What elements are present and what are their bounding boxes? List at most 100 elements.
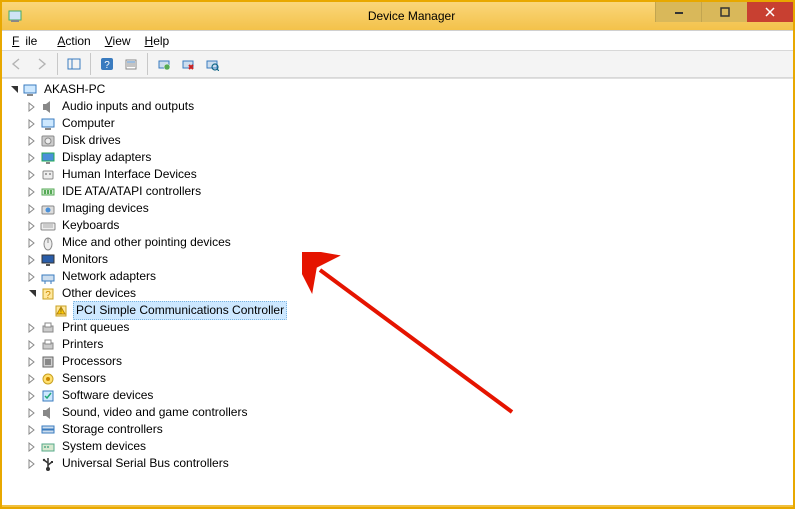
storage-icon xyxy=(40,422,56,438)
tree-category[interactable]: Mice and other pointing devices xyxy=(5,234,793,251)
properties-button[interactable] xyxy=(120,53,142,75)
tree-category-label: Processors xyxy=(60,353,124,370)
expand-arrow-icon[interactable] xyxy=(25,185,39,199)
tree-category[interactable]: Printers xyxy=(5,336,793,353)
tree-category-label: Sensors xyxy=(60,370,108,387)
tree-category[interactable]: Display adapters xyxy=(5,149,793,166)
tree-category[interactable]: Sound, video and game controllers xyxy=(5,404,793,421)
warning-icon: ! xyxy=(53,303,69,319)
tree-root[interactable]: AKASH-PC xyxy=(5,81,793,98)
tree-category[interactable]: Computer xyxy=(5,115,793,132)
tree-category-label: Sound, video and game controllers xyxy=(60,404,249,421)
tree-category[interactable]: Human Interface Devices xyxy=(5,166,793,183)
expand-arrow-icon[interactable] xyxy=(25,100,39,114)
tree-category[interactable]: Monitors xyxy=(5,251,793,268)
expand-arrow-icon[interactable] xyxy=(25,202,39,216)
tree-category-label: Software devices xyxy=(60,387,155,404)
display-icon xyxy=(40,150,56,166)
expand-arrow-icon[interactable] xyxy=(25,236,39,250)
collapse-arrow-icon[interactable] xyxy=(25,287,39,301)
tree-category-label: Other devices xyxy=(60,285,138,302)
menu-help[interactable]: Help xyxy=(139,32,176,50)
device-tree[interactable]: AKASH-PCAudio inputs and outputsComputer… xyxy=(2,78,793,505)
tree-category-label: Human Interface Devices xyxy=(60,166,199,183)
tree-category[interactable]: System devices xyxy=(5,438,793,455)
toolbar-separator xyxy=(90,53,91,75)
back-button[interactable] xyxy=(6,53,28,75)
tree-category[interactable]: Storage controllers xyxy=(5,421,793,438)
camera-icon xyxy=(40,201,56,217)
title-bar: Device Manager xyxy=(2,2,793,30)
network-icon xyxy=(40,269,56,285)
printer-icon xyxy=(40,337,56,353)
tree-category[interactable]: Keyboards xyxy=(5,217,793,234)
help-button[interactable]: ? xyxy=(96,53,118,75)
speaker-icon xyxy=(40,99,56,115)
expand-arrow-icon[interactable] xyxy=(25,440,39,454)
tree-category[interactable]: Universal Serial Bus controllers xyxy=(5,455,793,472)
tree-category[interactable]: IDE ATA/ATAPI controllers xyxy=(5,183,793,200)
other-icon: ? xyxy=(40,286,56,302)
tree-category-label: Print queues xyxy=(60,319,131,336)
toolbar-separator xyxy=(147,53,148,75)
expand-arrow-icon[interactable] xyxy=(25,321,39,335)
tree-category[interactable]: Software devices xyxy=(5,387,793,404)
tree-category[interactable]: Disk drives xyxy=(5,132,793,149)
sensor-icon xyxy=(40,371,56,387)
tree-category[interactable]: Imaging devices xyxy=(5,200,793,217)
tree-category-label: Printers xyxy=(60,336,105,353)
expand-arrow-icon[interactable] xyxy=(25,219,39,233)
tree-category-label: IDE ATA/ATAPI controllers xyxy=(60,183,203,200)
expand-arrow-icon[interactable] xyxy=(25,253,39,267)
minimize-button[interactable] xyxy=(655,2,701,22)
expand-arrow-icon[interactable] xyxy=(25,151,39,165)
monitor-icon xyxy=(40,252,56,268)
expand-arrow-icon[interactable] xyxy=(25,168,39,182)
expand-arrow-icon[interactable] xyxy=(25,372,39,386)
expand-arrow-icon[interactable] xyxy=(25,134,39,148)
tree-category[interactable]: Sensors xyxy=(5,370,793,387)
svg-text:!: ! xyxy=(60,308,62,315)
uninstall-button[interactable] xyxy=(177,53,199,75)
disk-icon xyxy=(40,133,56,149)
menu-file[interactable]: File xyxy=(6,32,49,50)
window-controls xyxy=(655,2,793,22)
expand-arrow-icon[interactable] xyxy=(25,338,39,352)
tree-category[interactable]: Processors xyxy=(5,353,793,370)
toolbar-separator xyxy=(57,53,58,75)
expand-arrow-icon[interactable] xyxy=(7,83,21,97)
tree-device-label: PCI Simple Communications Controller xyxy=(73,301,287,320)
show-hide-tree-button[interactable] xyxy=(63,53,85,75)
expand-arrow-icon[interactable] xyxy=(25,406,39,420)
tree-category-label: Monitors xyxy=(60,251,110,268)
scan-hardware-button[interactable] xyxy=(201,53,223,75)
tree-device[interactable]: ! PCI Simple Communications Controller xyxy=(5,302,793,319)
expand-arrow-icon[interactable] xyxy=(25,389,39,403)
expand-arrow-icon[interactable] xyxy=(25,457,39,471)
speaker-icon xyxy=(40,405,56,421)
svg-text:?: ? xyxy=(104,60,110,71)
software-icon xyxy=(40,388,56,404)
expand-arrow-icon[interactable] xyxy=(25,117,39,131)
ide-icon xyxy=(40,184,56,200)
tree-category[interactable]: Audio inputs and outputs xyxy=(5,98,793,115)
maximize-button[interactable] xyxy=(701,2,747,22)
expand-arrow-icon[interactable] xyxy=(25,355,39,369)
expand-arrow-icon[interactable] xyxy=(25,270,39,284)
menu-view[interactable]: View xyxy=(99,32,137,50)
svg-text:?: ? xyxy=(45,290,51,301)
keyboard-icon xyxy=(40,218,56,234)
hid-icon xyxy=(40,167,56,183)
forward-button[interactable] xyxy=(30,53,52,75)
tree-category[interactable]: ? Other devices xyxy=(5,285,793,302)
tree-category[interactable]: Print queues xyxy=(5,319,793,336)
menu-bar: File Action View Help xyxy=(2,30,793,50)
update-driver-button[interactable] xyxy=(153,53,175,75)
tree-category[interactable]: Network adapters xyxy=(5,268,793,285)
tree-category-label: Storage controllers xyxy=(60,421,165,438)
expand-arrow-icon[interactable] xyxy=(25,423,39,437)
menu-action[interactable]: Action xyxy=(51,32,96,50)
close-button[interactable] xyxy=(747,2,793,22)
tree-category-label: Disk drives xyxy=(60,132,123,149)
system-icon xyxy=(40,439,56,455)
